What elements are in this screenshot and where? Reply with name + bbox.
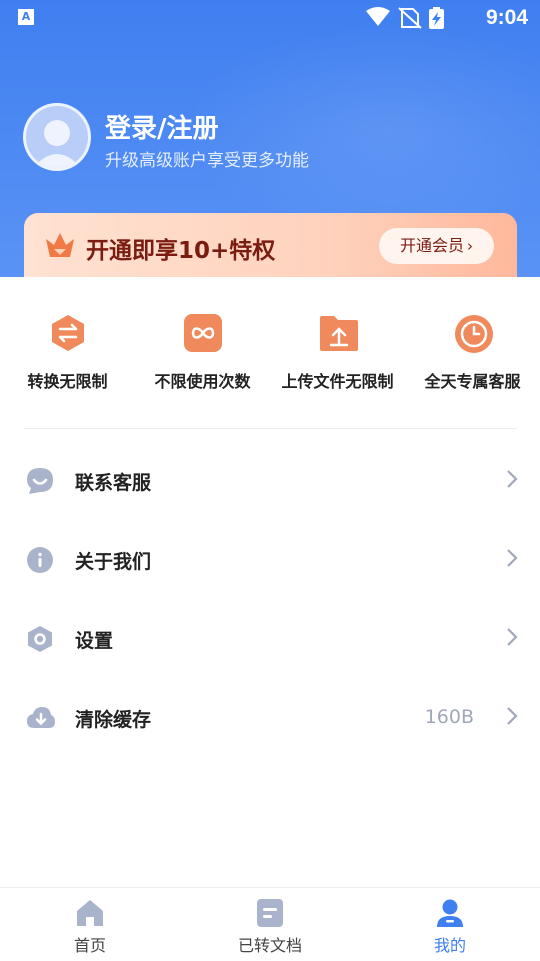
bottom-tab-bar: 首页 已转文档 我的 bbox=[0, 887, 540, 961]
battery-charging-icon bbox=[429, 7, 444, 29]
menu-item-label: 设置 bbox=[75, 630, 114, 652]
chat-icon bbox=[26, 467, 54, 495]
status-bar: A 9:04 bbox=[0, 0, 540, 36]
chevron-right-icon bbox=[506, 627, 518, 651]
vip-banner[interactable]: 开通即享10+特权 开通会员 › bbox=[24, 213, 517, 277]
tab-label: 首页 bbox=[73, 936, 106, 955]
feature-label: 不限使用次数 bbox=[154, 372, 251, 391]
cloud-download-icon bbox=[26, 704, 55, 732]
feature-exclusive-service[interactable]: 全天专属客服 bbox=[405, 314, 540, 392]
infinity-icon bbox=[183, 314, 222, 352]
settings-icon bbox=[26, 625, 54, 653]
cache-size-value: 160B bbox=[424, 706, 474, 728]
menu-item-label: 联系客服 bbox=[75, 472, 152, 494]
tab-home[interactable]: 首页 bbox=[0, 898, 180, 956]
chevron-right-icon bbox=[506, 469, 518, 493]
user-icon bbox=[435, 898, 465, 928]
clock-time: 9:04 bbox=[485, 6, 528, 29]
tab-converted-docs[interactable]: 已转文档 bbox=[180, 898, 360, 956]
crown-icon bbox=[44, 231, 76, 263]
menu-item-settings[interactable]: 设置 bbox=[0, 608, 540, 668]
tab-mine[interactable]: 我的 bbox=[360, 898, 540, 956]
info-icon bbox=[26, 546, 54, 574]
menu-item-contact-service[interactable]: 联系客服 bbox=[0, 450, 540, 510]
feature-label: 上传文件无限制 bbox=[281, 372, 394, 391]
profile-subtitle: 升级高级账户享受更多功能 bbox=[105, 151, 309, 171]
open-membership-button[interactable]: 开通会员 › bbox=[379, 228, 494, 264]
status-icons bbox=[364, 6, 474, 29]
avatar[interactable] bbox=[23, 103, 91, 171]
swap-icon bbox=[49, 314, 87, 352]
profile-header: A 9:04 登录/注册 升级高级账户享受更多功能 开通即享10+特权 开通会员… bbox=[0, 0, 540, 277]
main-content: 转换无限制 不限使用次数 上传文件无限制 全天专属客服 联系客服 关于我们 设置… bbox=[0, 277, 540, 887]
menu-item-about-us[interactable]: 关于我们 bbox=[0, 529, 540, 589]
app-notification-icon: A bbox=[18, 9, 34, 25]
feature-unlimited-upload[interactable]: 上传文件无限制 bbox=[270, 314, 405, 392]
open-membership-button-label: 开通会员 bbox=[399, 236, 464, 255]
divider bbox=[24, 428, 517, 429]
feature-label: 全天专属客服 bbox=[424, 372, 521, 391]
feature-unlimited-uses[interactable]: 不限使用次数 bbox=[135, 314, 270, 392]
wifi-icon bbox=[366, 7, 390, 26]
chevron-right-icon bbox=[506, 548, 518, 572]
document-icon bbox=[255, 898, 285, 928]
menu-item-clear-cache[interactable]: 清除缓存 160B bbox=[0, 687, 540, 747]
sim-off-icon bbox=[398, 7, 422, 29]
tab-label: 已转文档 bbox=[237, 936, 302, 955]
chevron-right-icon: › bbox=[467, 237, 473, 255]
tab-label: 我的 bbox=[433, 936, 466, 955]
login-register-title[interactable]: 登录/注册 bbox=[105, 108, 219, 145]
home-icon bbox=[75, 898, 105, 928]
feature-label: 转换无限制 bbox=[27, 372, 108, 391]
vip-banner-label: 开通即享10+特权 bbox=[86, 238, 276, 264]
feature-unlimited-conversion[interactable]: 转换无限制 bbox=[0, 314, 135, 392]
upload-folder-icon bbox=[319, 314, 358, 352]
menu-item-label: 清除缓存 bbox=[75, 709, 152, 731]
menu-item-label: 关于我们 bbox=[75, 551, 152, 573]
clock-icon bbox=[454, 314, 493, 353]
chevron-right-icon bbox=[506, 706, 518, 730]
